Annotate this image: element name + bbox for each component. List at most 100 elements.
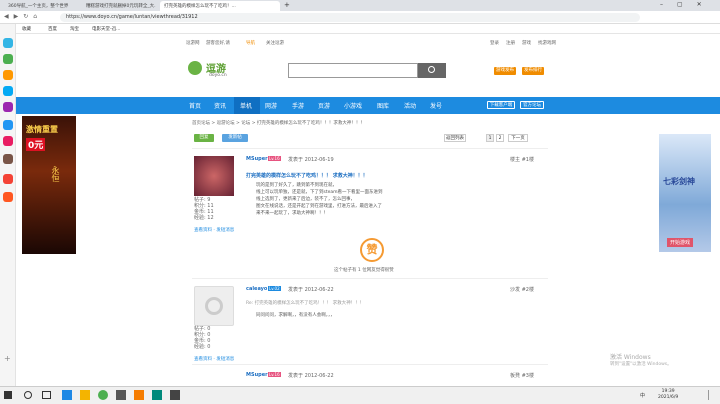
taskbar-app-icon[interactable] <box>152 390 162 400</box>
ad-text: 永恒 <box>51 166 60 182</box>
app-icon[interactable] <box>3 70 13 80</box>
nav-item-active[interactable]: 单机 <box>240 101 252 110</box>
app-icon[interactable] <box>3 86 13 96</box>
nav-item[interactable]: 发号 <box>430 101 442 110</box>
top-link[interactable]: 找游戏网 <box>538 40 556 46</box>
upload-game-button[interactable]: 游戏发布 <box>494 67 516 75</box>
post-username[interactable]: caleayo <box>246 286 267 292</box>
taskbar-app-icon[interactable] <box>80 390 90 400</box>
nav-item[interactable]: 活动 <box>404 101 416 110</box>
top-link[interactable]: 关注逗游 <box>266 40 284 46</box>
search-button[interactable] <box>418 63 446 78</box>
bookmark-item[interactable]: 百度 <box>48 26 57 32</box>
app-icon[interactable] <box>3 136 13 146</box>
app-icon[interactable] <box>3 102 13 112</box>
browser-tab-active[interactable]: 打完英雄的模样怎么玩不了吃鸡！... <box>160 1 280 11</box>
post-quote: Re: 打完英雄的模样怎么玩不了吃鸡！！！ 求救大神！！！ <box>246 301 365 306</box>
rank-button[interactable]: 发布排行 <box>522 67 544 75</box>
app-icon[interactable] <box>3 54 13 64</box>
show-desktop[interactable] <box>708 390 716 400</box>
nav-item[interactable]: 手游 <box>292 101 304 110</box>
browser-tab[interactable]: 糟糕游戏打完就删掉0元玩转全_大... <box>82 1 156 11</box>
nav-item[interactable]: 资讯 <box>214 101 226 110</box>
top-link[interactable]: 游客您好,请 <box>206 40 230 46</box>
new-thread-button[interactable]: 发新帖 <box>222 134 248 142</box>
nav-item[interactable]: 页游 <box>318 101 330 110</box>
nav-item[interactable]: 小游戏 <box>344 101 362 110</box>
page-2[interactable]: 2 <box>496 134 504 142</box>
add-icon[interactable]: + <box>4 354 11 363</box>
address-bar: ◀▶↻⌂ https://www.doyo.cn/game/luntan/vie… <box>0 11 720 24</box>
register-link[interactable]: 注册 <box>506 40 515 46</box>
nav-item[interactable]: 图库 <box>377 101 389 110</box>
default-avatar-icon <box>205 297 223 315</box>
browser-sidebar: + <box>0 24 16 386</box>
ad-subtitle: 0元 <box>26 138 46 151</box>
divider <box>192 278 548 279</box>
post-floor: 楼主 #1楼 <box>510 157 534 163</box>
activation-watermark-sub: 转到"设置"以激活 Windows。 <box>610 362 672 367</box>
taskbar-app-icon[interactable] <box>170 390 180 400</box>
app-icon[interactable] <box>3 154 13 164</box>
like-button[interactable]: 赞 <box>360 238 384 262</box>
client-download-button[interactable]: 下载客户端 <box>487 101 515 109</box>
login-link[interactable]: 登录 <box>490 40 499 46</box>
back-to-list-button[interactable]: 返回列表 <box>444 134 466 142</box>
taskbar: 中 19:39 2021/6/9 <box>0 386 720 404</box>
browser-tab[interactable]: 360导航_一个主页，整个世界 <box>4 1 78 11</box>
search-icon[interactable] <box>24 391 32 399</box>
official-forum-button[interactable]: 官方论坛 <box>520 101 544 109</box>
top-link[interactable]: 导航 <box>246 40 255 46</box>
top-link[interactable]: 逗游网 <box>186 40 200 46</box>
url-field[interactable]: https://www.doyo.cn/game/luntan/viewthre… <box>60 13 640 22</box>
main-nav: 首页 资讯 单机 网游 手游 页游 小游戏 图库 活动 发号 下载客户端 官方论… <box>16 97 720 114</box>
top-link[interactable]: 游戏 <box>522 40 531 46</box>
app-icon[interactable] <box>3 174 13 184</box>
new-tab-icon[interactable]: + <box>284 1 290 9</box>
bookmark-item[interactable]: 电影天堂-迅... <box>92 26 120 32</box>
divider <box>192 364 548 365</box>
ime-indicator[interactable]: 中 <box>640 392 645 399</box>
reply-button[interactable]: 回复 <box>194 134 214 142</box>
taskbar-app-icon[interactable] <box>116 390 126 400</box>
nav-item[interactable]: 网游 <box>265 101 277 110</box>
window-controls-icon[interactable]: –▢✕ <box>660 1 716 8</box>
right-ad-banner[interactable]: 七彩剑神 开始游戏 <box>659 134 711 252</box>
browser-tab-bar: 360导航_一个主页，整个世界 糟糕游戏打完就删掉0元玩转全_大... 打完英雄… <box>0 0 720 11</box>
clock[interactable]: 19:39 2021/6/9 <box>658 389 678 401</box>
post-title: 打完英雄的模样怎么玩不了吃鸡！！！ 求救大神！！！ <box>246 173 368 179</box>
profile-links[interactable]: 查看资料 · 发短消息 <box>194 356 234 362</box>
search-icon <box>428 66 435 73</box>
nav-item[interactable]: 首页 <box>189 101 201 110</box>
post-floor: 板凳 #3楼 <box>510 373 534 379</box>
search-input[interactable] <box>288 63 418 78</box>
like-note: 这个帖子有 1 位网友觉得很赞 <box>334 268 394 273</box>
app-icon[interactable] <box>3 38 13 48</box>
taskbar-app-icon[interactable] <box>62 390 72 400</box>
post-date: 发表于 2012-06-22 <box>288 373 334 379</box>
avatar[interactable] <box>194 156 234 196</box>
post-username[interactable]: MSuper <box>246 156 268 162</box>
user-level-badge: Lv.16 <box>268 156 281 161</box>
web-page: 逗游网 游客您好,请 导航 关注逗游 登录 注册 游戏 找游戏网 逗游 doyo… <box>16 34 720 386</box>
post-username[interactable]: MSuper <box>246 372 268 378</box>
nav-arrows-icon[interactable]: ◀▶↻⌂ <box>4 13 42 20</box>
app-icon[interactable] <box>3 192 13 202</box>
logo-subtext: doyo.cn <box>209 73 227 78</box>
left-ad-banner[interactable]: 激情重置 0元 永恒 <box>22 116 76 254</box>
start-icon[interactable] <box>4 391 12 399</box>
activation-watermark: 激活 Windows <box>610 354 651 361</box>
app-icon[interactable] <box>3 120 13 130</box>
breadcrumb: 首页论坛 > 逗游论坛 > 论坛 > 打完英雄的模样怎么玩不了吃鸡！！！求救大神… <box>192 121 365 126</box>
post-date: 发表于 2012-06-19 <box>288 157 334 163</box>
bookmark-item[interactable]: 淘宝 <box>70 26 79 32</box>
page-1[interactable]: 1 <box>486 134 494 142</box>
ad-start-button[interactable]: 开始游戏 <box>667 238 694 247</box>
taskbar-app-icon[interactable] <box>98 390 108 400</box>
profile-links[interactable]: 查看资料 · 发短消息 <box>194 227 234 233</box>
taskbar-app-icon[interactable] <box>134 390 144 400</box>
avatar[interactable] <box>194 286 234 326</box>
bookmark-item[interactable]: 收藏 <box>22 26 31 32</box>
next-page-button[interactable]: 下一页 <box>508 134 528 142</box>
task-view-icon[interactable] <box>42 391 51 399</box>
